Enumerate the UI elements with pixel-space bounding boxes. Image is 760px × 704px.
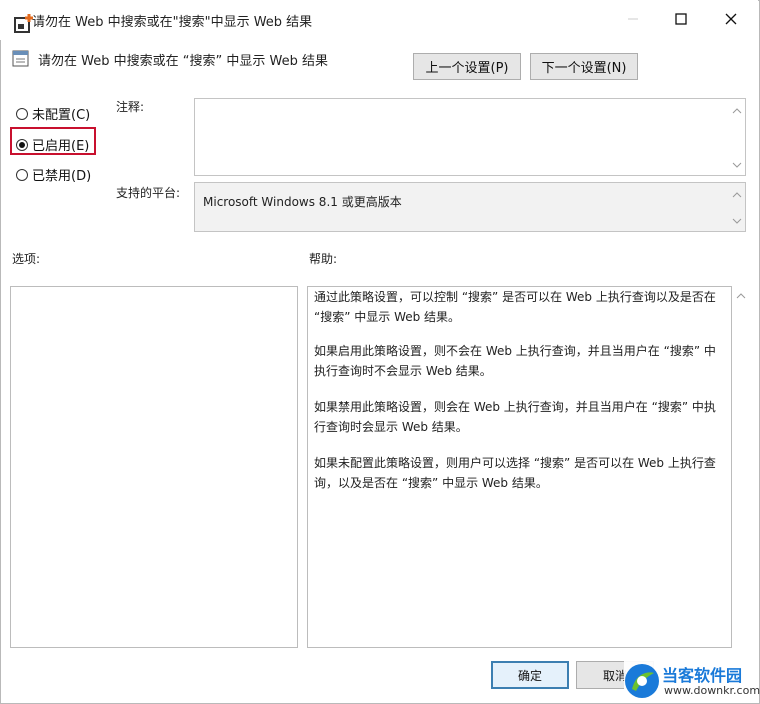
watermark-name: 当客软件园 (662, 666, 743, 685)
platform-field: Microsoft Windows 8.1 或更高版本 (194, 182, 746, 232)
comment-label: 注释: (116, 100, 145, 114)
watermark-url: www.downkr.com (664, 684, 760, 697)
radio-indicator[interactable] (16, 168, 28, 181)
platform-label: 支持的平台: (116, 186, 181, 200)
close-button[interactable] (716, 6, 746, 32)
help-paragraph: 如果启用此策略设置，则不会在 Web 上执行查询，并且当用户在 “搜索” 中执行… (314, 344, 716, 378)
title-bar[interactable]: 请勿在 Web 中搜索或在"搜索"中显示 Web 结果 (0, 0, 758, 40)
comment-textarea[interactable] (194, 98, 746, 176)
scroll-down-icon[interactable] (732, 217, 742, 225)
radio-not-configured[interactable]: 未配置(C) (16, 104, 90, 123)
platform-value: Microsoft Windows 8.1 或更高版本 (203, 195, 402, 209)
platform-scrollbar[interactable] (729, 183, 745, 231)
window-title: 请勿在 Web 中搜索或在"搜索"中显示 Web 结果 (32, 15, 313, 30)
help-paragraph: 如果禁用此策略设置，则会在 Web 上执行查询，并且当用户在 “搜索” 中执行查… (314, 400, 716, 434)
comment-scrollbar[interactable] (729, 99, 745, 175)
scroll-up-icon[interactable] (732, 191, 742, 199)
previous-setting-button[interactable]: 上一个设置(P) (413, 53, 521, 80)
radio-enabled[interactable]: 已启用(E) (16, 135, 89, 154)
scroll-up-icon[interactable] (732, 107, 742, 115)
radio-indicator[interactable] (16, 107, 28, 120)
maximize-button[interactable] (666, 6, 696, 32)
help-panel: 通过此策略设置，可以控制 “搜索” 是否可以在 Web 上执行查询以及是否在 “… (307, 286, 732, 648)
maximize-icon (675, 13, 687, 25)
radio-label: 已禁用(D) (32, 169, 92, 184)
options-panel (10, 286, 298, 648)
minimize-button[interactable] (618, 6, 648, 32)
options-label: 选项: (12, 252, 41, 266)
radio-label: 已启用(E) (32, 139, 90, 154)
help-label: 帮助: (309, 252, 338, 266)
help-paragraph: 通过此策略设置，可以控制 “搜索” 是否可以在 Web 上执行查询以及是否在 “… (314, 290, 716, 324)
help-paragraph: 如果未配置此策略设置，则用户可以选择 “搜索” 是否可以在 Web 上执行查询，… (314, 456, 716, 490)
policy-setting-icon (12, 50, 29, 67)
radio-disabled[interactable]: 已禁用(D) (16, 165, 91, 184)
close-icon (725, 13, 737, 25)
radio-indicator-selected[interactable] (16, 138, 28, 151)
scroll-down-icon[interactable] (732, 161, 742, 169)
radio-selected-dot (19, 141, 25, 148)
ok-button[interactable]: 确定 (491, 661, 569, 689)
policy-name-heading: 请勿在 Web 中搜索或在 “搜索” 中显示 Web 结果 (38, 54, 328, 69)
minimize-icon (628, 18, 638, 20)
next-setting-button[interactable]: 下一个设置(N) (530, 53, 638, 80)
help-scroll-up-icon[interactable] (736, 292, 746, 300)
watermark: 当客软件园 www.downkr.com (624, 660, 760, 702)
radio-label: 未配置(C) (32, 108, 91, 123)
watermark-logo-icon (625, 664, 659, 698)
